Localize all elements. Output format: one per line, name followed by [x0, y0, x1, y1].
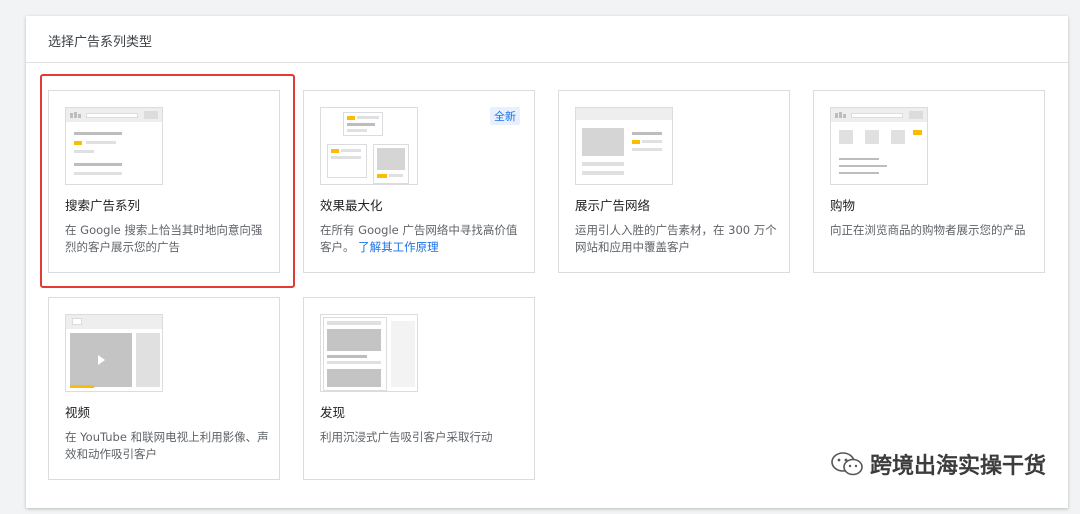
learn-how-it-works-link[interactable]: 了解其工作原理 [358, 240, 439, 254]
card-description: 在所有 Google 广告网络中寻找高价值客户。 了解其工作原理 [320, 222, 525, 256]
campaign-card-performance-max[interactable]: 全新 效果最大化 在所有 Google 广告网络中寻找高价值客户。 了解其工作原… [303, 90, 535, 273]
card-title: 发现 [320, 405, 346, 420]
card-description: 在 Google 搜索上恰当其时地向意向强烈的客户展示您的广告 [65, 223, 263, 254]
display-network-illustration [575, 107, 673, 185]
card-description: 利用沉浸式广告吸引客户采取行动 [320, 430, 493, 444]
video-illustration [65, 314, 163, 392]
search-campaign-illustration [65, 107, 163, 185]
discovery-illustration [320, 314, 418, 392]
play-icon [98, 355, 105, 365]
card-title: 效果最大化 [320, 198, 383, 213]
new-badge: 全新 [490, 107, 520, 125]
card-title: 展示广告网络 [575, 198, 651, 213]
wechat-icon [831, 452, 863, 476]
watermark-text: 跨境出海实操干货 [869, 454, 1046, 479]
campaign-type-panel: 选择广告系列类型 搜索广告系列 在 Google 搜索上恰当其时地向意向强烈的客… [26, 16, 1068, 508]
card-description: 运用引人入胜的广告素材，在 300 万个网站和应用中覆盖客户 [575, 223, 777, 254]
campaign-card-discovery[interactable]: 发现 利用沉浸式广告吸引客户采取行动 [303, 297, 535, 480]
card-description: 在 YouTube 和联网电视上利用影像、声效和动作吸引客户 [65, 430, 269, 461]
performance-max-illustration [320, 107, 418, 185]
campaign-card-shopping[interactable]: 购物 向正在浏览商品的购物者展示您的产品 [813, 90, 1045, 273]
panel-title: 选择广告系列类型 [26, 16, 1068, 63]
card-title: 视频 [65, 405, 91, 420]
card-title: 搜索广告系列 [65, 198, 141, 213]
shopping-illustration [830, 107, 928, 185]
campaign-card-search[interactable]: 搜索广告系列 在 Google 搜索上恰当其时地向意向强烈的客户展示您的广告 [48, 90, 280, 273]
campaign-card-video[interactable]: 视频 在 YouTube 和联网电视上利用影像、声效和动作吸引客户 [48, 297, 280, 480]
card-description: 向正在浏览商品的购物者展示您的产品 [830, 223, 1026, 237]
card-title: 购物 [830, 198, 856, 213]
watermark: 跨境出海实操干货 [830, 448, 1046, 480]
campaign-card-display[interactable]: 展示广告网络 运用引人入胜的广告素材，在 300 万个网站和应用中覆盖客户 [558, 90, 790, 273]
